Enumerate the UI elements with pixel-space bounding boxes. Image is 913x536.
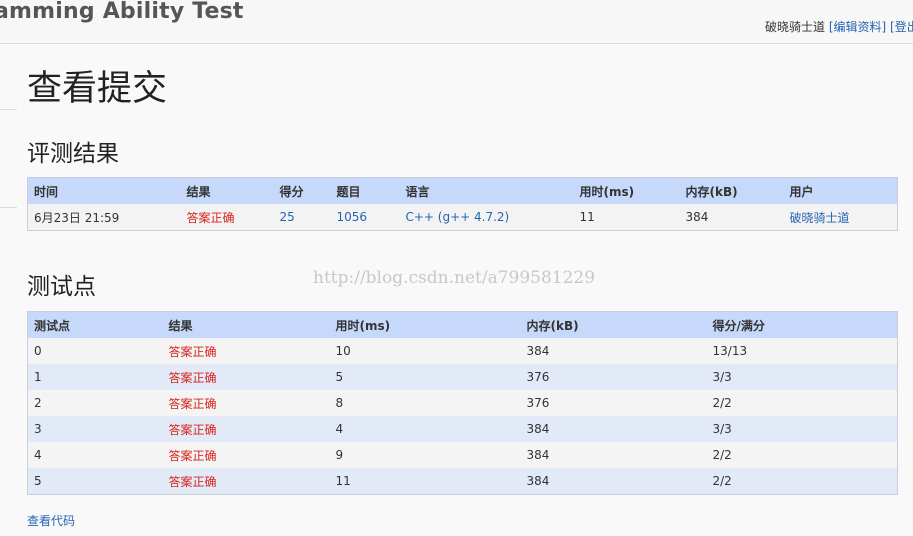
test-case-id: 5 <box>27 468 163 495</box>
judge-result-heading: 评测结果 <box>27 141 119 167</box>
test-case-score: 3/3 <box>706 416 898 442</box>
column-header: 结果 <box>180 177 274 204</box>
table-row: 0 答案正确 10 384 13/13 <box>27 338 898 364</box>
table-row: 1 答案正确 5 376 3/3 <box>27 364 898 390</box>
column-header: 得分/满分 <box>706 311 898 338</box>
test-case-memory: 384 <box>520 416 707 442</box>
column-header: 得分 <box>273 177 331 204</box>
column-header: 内存(kB) <box>679 177 784 204</box>
submit-time: 6月23日 21:59 <box>27 204 181 231</box>
test-case-memory: 376 <box>520 390 707 416</box>
column-header: 题目 <box>330 177 400 204</box>
language-link[interactable]: C++ (g++ 4.7.2) <box>406 210 510 224</box>
test-case-score: 2/2 <box>706 390 898 416</box>
sidebar-divider <box>0 109 17 110</box>
table-header-row: 测试点 结果 用时(ms) 内存(kB) 得分/满分 <box>27 311 898 338</box>
column-header: 结果 <box>162 311 330 338</box>
column-header: 用户 <box>783 177 898 204</box>
test-case-status: 答案正确 <box>162 416 330 442</box>
test-case-status: 答案正确 <box>162 338 330 364</box>
judge-result-table: 时间 结果 得分 题目 语言 用时(ms) 内存(kB) 用户 6月23日 21… <box>27 177 898 231</box>
test-case-time: 9 <box>329 442 521 468</box>
table-header-row: 时间 结果 得分 题目 语言 用时(ms) 内存(kB) 用户 <box>27 177 898 204</box>
time-ms: 11 <box>573 204 680 231</box>
test-case-status: 答案正确 <box>162 442 330 468</box>
sidebar-divider <box>0 207 17 208</box>
test-case-status: 答案正确 <box>162 468 330 495</box>
table-row: 6月23日 21:59 答案正确 25 1056 C++ (g++ 4.7.2)… <box>27 204 898 231</box>
judge-status: 答案正确 <box>180 204 274 231</box>
top-navbar: amming Ability Test 破晓骑士道 [编辑资料] [登出 <box>0 0 913 44</box>
table-row: 3 答案正确 4 384 3/3 <box>27 416 898 442</box>
logout-link[interactable]: [登出 <box>890 20 913 34</box>
watermark: http://blog.csdn.net/a799581229 <box>313 268 596 288</box>
user-bar: 破晓骑士道 [编辑资料] [登出 <box>765 18 913 35</box>
test-case-memory: 384 <box>520 442 707 468</box>
test-cases-heading: 测试点 <box>27 274 96 300</box>
user-link[interactable]: 破晓骑士道 <box>790 211 850 225</box>
test-case-time: 8 <box>329 390 521 416</box>
test-case-id: 3 <box>27 416 163 442</box>
test-case-memory: 376 <box>520 364 707 390</box>
view-code-link[interactable]: 查看代码 <box>27 512 75 529</box>
memory-kb: 384 <box>679 204 784 231</box>
table-row: 4 答案正确 9 384 2/2 <box>27 442 898 468</box>
test-cases-table: 测试点 结果 用时(ms) 内存(kB) 得分/满分 0 答案正确 10 384… <box>27 311 898 495</box>
table-row: 2 答案正确 8 376 2/2 <box>27 390 898 416</box>
test-case-memory: 384 <box>520 468 707 495</box>
score-link[interactable]: 25 <box>280 210 295 224</box>
column-header: 测试点 <box>27 311 163 338</box>
test-case-time: 5 <box>329 364 521 390</box>
edit-profile-link[interactable]: [编辑资料] <box>829 20 886 34</box>
test-case-score: 2/2 <box>706 468 898 495</box>
test-case-id: 2 <box>27 390 163 416</box>
column-header: 语言 <box>399 177 574 204</box>
test-case-memory: 384 <box>520 338 707 364</box>
column-header: 用时(ms) <box>329 311 521 338</box>
test-case-score: 13/13 <box>706 338 898 364</box>
test-case-status: 答案正确 <box>162 364 330 390</box>
test-case-score: 2/2 <box>706 442 898 468</box>
problem-link[interactable]: 1056 <box>337 210 368 224</box>
column-header: 用时(ms) <box>573 177 680 204</box>
page-title: 查看提交 <box>27 69 168 109</box>
test-case-id: 1 <box>27 364 163 390</box>
test-case-time: 11 <box>329 468 521 495</box>
test-case-id: 4 <box>27 442 163 468</box>
column-header: 内存(kB) <box>520 311 707 338</box>
test-case-score: 3/3 <box>706 364 898 390</box>
test-case-time: 10 <box>329 338 521 364</box>
test-case-time: 4 <box>329 416 521 442</box>
username: 破晓骑士道 <box>765 20 826 34</box>
site-brand[interactable]: amming Ability Test <box>0 0 244 24</box>
table-row: 5 答案正确 11 384 2/2 <box>27 468 898 495</box>
test-case-id: 0 <box>27 338 163 364</box>
column-header: 时间 <box>27 177 181 204</box>
test-case-status: 答案正确 <box>162 390 330 416</box>
